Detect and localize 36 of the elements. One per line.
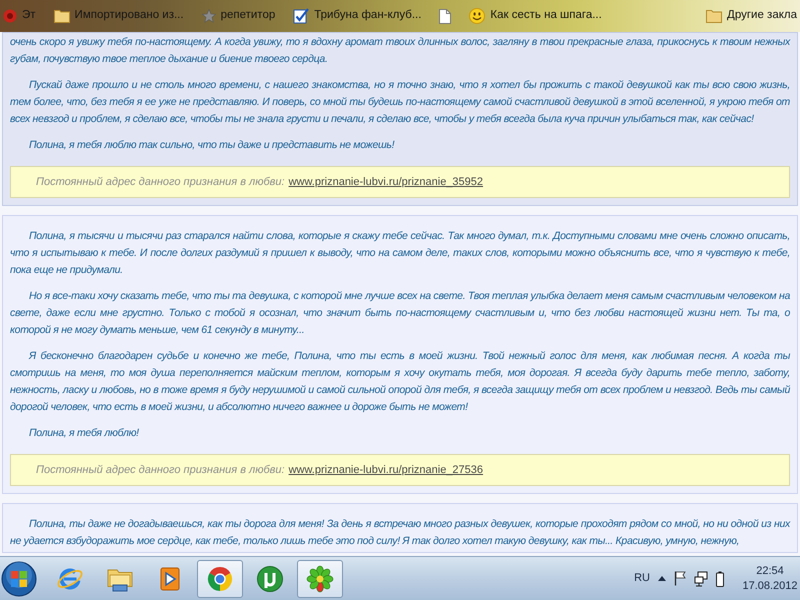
- browser-icon: [206, 564, 234, 592]
- folder-icon: [706, 9, 722, 23]
- clock-date[interactable]: 17.08.2012: [742, 578, 798, 594]
- permalink-label: Постоянный адрес данного признания в любви:: [36, 174, 285, 190]
- confession-text: Полина, я тысячи и тысячи раз старался найти слова, которые я скажу тебе сейчас. Так много думал, т.к. Доступными словами мне очень сложно описать, что я испытываю к тебе. И после долгих раздумий я пришел к выводу, что на самом деле, таких слов, которыми можно объяснить все, что я чувствую к тебе, пока еще не придумали.: [10, 229, 790, 278]
- battery-icon[interactable]: [716, 570, 724, 586]
- confession-text: Полина, ты даже не догадываешься, как ты дорога для меня! За день я встречаю много разных девушек, которые проходят рядом со мной, но ни одной из них не удается взбудоражить мое сердце, как тебе, только лишь тебе это под силу! Я так долго хотел такую девушку, как ты... Красивую, умную, нежную,: [10, 517, 790, 549]
- start-orb-icon[interactable]: [1, 560, 37, 596]
- taskbar-button[interactable]: [297, 560, 343, 598]
- permalink-link[interactable]: www.priznanie-lubvi.ru/priznanie_27536: [288, 462, 484, 478]
- network-icon[interactable]: [694, 570, 708, 586]
- bookmark-item[interactable]: Трибуна фан-клуб...: [290, 5, 424, 27]
- other-bookmarks-item[interactable]: Другие закла: [703, 5, 800, 27]
- checkmark-icon: [293, 8, 310, 24]
- confession-text: Полина, я тебя люблю так сильно, что ты даже и представить не можешь!: [28, 138, 396, 153]
- bookmark-item[interactable]: Как сесть на шпага...: [466, 5, 605, 27]
- confession-text: Полина, я тебя люблю!: [28, 426, 140, 441]
- page-icon: [439, 8, 452, 24]
- taskbar-button[interactable]: [197, 560, 243, 598]
- star-icon: [202, 9, 216, 23]
- confession-text: Но я все-таки хочу сказать тебе, что ты та девушка, с которой мне лучше всех на свете. Твоя теплая улыбка делает меня самым счастливым человеком на свете, даже если мне грустно. Только с тобой я осознал, что значит быть по-настоящему счастливым и, что без любви настоящей жизни нет. Ты та, о которой я не могу думать меньше, чем 61 секунду в минуту...: [10, 289, 790, 338]
- flower-icon: [306, 564, 334, 592]
- confession-text: Пускай даже прошло и не столь много времени, с нашего знакомства, но я точно знаю, что я хотел бы прожить с такой девушкой как ты всю свою жизнь, тем более, что, без тебя я ее уже не представляю. И поверь, со мной ты будешь по-настоящему самой счастливой девушкой в этой вселенной, я укрою тебя от всех невзгод и проблем, я сделаю все, чтобы ты не знала грусти и печали, я сделаю все, чтобы у тебя всегда была куча причин улыбаться так, как сейчас!: [10, 78, 790, 127]
- permalink-link[interactable]: www.priznanie-lubvi.ru/priznanie_35952: [288, 174, 484, 190]
- confession-text: Я бесконечно благодарен судьбе и конечно же тебе, Полина, что ты есть в моей жизни. Твой нежный голос для меня, как любимая песня. А когда ты смотришь на меня, то моя душа переполняется майским теплом, которым я хочу окутать тебя, моя дорогая. Я всегда буду дарить тебе тепло, заботу, нежность, ласку и любовь, но в тоже время я буду нерушимой и самой сильной опорой для тебя, я всегда защищу тебя от всех проблем и невзгод. Ведь ты самый дорогой человек, что есть в моей жизни, и абсолютно ничего важнее и дороже быть не может!: [10, 349, 790, 415]
- clock-time[interactable]: 22:54: [756, 564, 784, 578]
- flag-icon[interactable]: [674, 571, 686, 586]
- round-logo-icon[interactable]: [256, 564, 284, 592]
- smiley-icon: [469, 8, 486, 24]
- round-logo-icon: [3, 9, 17, 23]
- language-indicator[interactable]: RU: [634, 570, 650, 587]
- folder-icon: [54, 9, 70, 23]
- caret-icon[interactable]: [658, 576, 666, 581]
- confession-text: очень скоро я увижу тебя по-настоящему. А когда увижу, то я вдохну аромат твоих длинных волос, загляну в твои прекрасные глаза, прикоснусь к твоим нежных губам, почувствую твое теплое дыхание и биение твоего сердца.: [10, 35, 790, 67]
- permalink-label: Постоянный адрес данного признания в любви:: [36, 462, 285, 478]
- bookmark-item[interactable]: репетитор: [198, 5, 278, 27]
